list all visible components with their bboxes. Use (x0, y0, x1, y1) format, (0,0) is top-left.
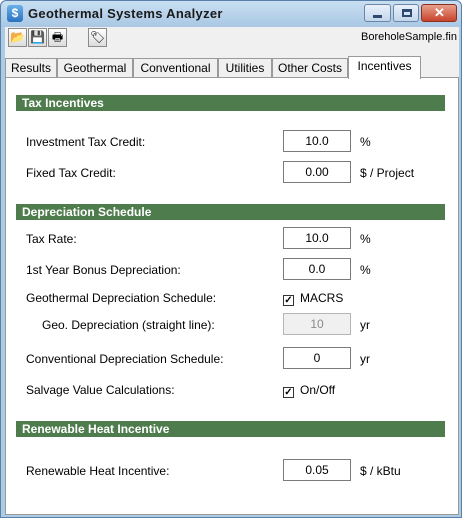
app-window: $ Geothermal Systems Analyzer ✕ 📂 💾 🖶 🏷 … (0, 0, 462, 518)
file-name: BoreholeSample.fin (360, 31, 457, 43)
title-bar[interactable]: $ Geothermal Systems Analyzer ✕ (1, 1, 461, 27)
tab-utilities[interactable]: Utilities (218, 58, 272, 78)
client-area: 📂 💾 🖶 🏷 BoreholeSample.fin Results Geoth… (5, 27, 459, 515)
tax-rate-label: Tax Rate: (26, 232, 77, 246)
close-icon: ✕ (434, 5, 445, 20)
save-disk-icon[interactable]: 💾 (28, 28, 47, 47)
tab-strip: Results Geothermal Conventional Utilitie… (5, 56, 459, 79)
tab-other-costs[interactable]: Other Costs (272, 58, 348, 78)
renewable-heat-header: Renewable Heat Incentive (16, 421, 445, 437)
geo-straight-line-label: Geo. Depreciation (straight line): (42, 318, 215, 332)
tax-rate-unit: % (360, 232, 371, 246)
tax-rate-input[interactable]: 10.0 (283, 227, 351, 249)
tab-results[interactable]: Results (5, 58, 57, 78)
investment-tax-credit-input[interactable]: 10.0 (283, 130, 351, 152)
open-folder-icon[interactable]: 📂 (8, 28, 27, 47)
macrs-checkbox-label: MACRS (300, 291, 344, 305)
bonus-depreciation-input[interactable]: 0.0 (283, 258, 351, 280)
fixed-tax-credit-unit: $ / Project (360, 166, 415, 180)
conventional-depreciation-unit: yr (360, 352, 370, 366)
tag-icon[interactable]: 🏷 (88, 28, 107, 47)
app-logo-icon: $ (7, 5, 23, 22)
salvage-checkbox-label: On/Off (300, 383, 336, 397)
print-icon[interactable]: 🖶 (48, 28, 67, 47)
conventional-depreciation-input[interactable]: 0 (283, 347, 351, 369)
toolbar: 📂 💾 🖶 🏷 BoreholeSample.fin (5, 27, 459, 49)
checkmark-icon: ✓ (283, 295, 294, 306)
salvage-checkbox[interactable]: ✓ On/Off (283, 383, 335, 398)
depreciation-header: Depreciation Schedule (16, 204, 445, 220)
macrs-checkbox[interactable]: ✓ MACRS (283, 291, 343, 306)
close-button[interactable]: ✕ (421, 4, 457, 22)
maximize-icon (402, 9, 412, 17)
checkmark-icon: ✓ (283, 387, 294, 398)
minimize-button[interactable] (364, 4, 391, 22)
investment-tax-credit-label: Investment Tax Credit: (26, 135, 146, 149)
maximize-button[interactable] (393, 4, 419, 22)
tab-conventional[interactable]: Conventional (133, 58, 218, 78)
geo-straight-line-unit: yr (360, 318, 370, 332)
salvage-value-label: Salvage Value Calculations: (26, 383, 175, 397)
bonus-depreciation-unit: % (360, 263, 371, 277)
renewable-heat-incentive-unit: $ / kBtu (360, 464, 401, 478)
investment-tax-credit-unit: % (360, 135, 371, 149)
geo-depreciation-schedule-label: Geothermal Depreciation Schedule: (26, 291, 217, 305)
conventional-depreciation-label: Conventional Depreciation Schedule: (26, 352, 224, 366)
tab-incentives[interactable]: Incentives (348, 56, 421, 79)
renewable-heat-incentive-label: Renewable Heat Incentive: (26, 464, 170, 478)
minimize-icon (373, 15, 382, 18)
fixed-tax-credit-input[interactable]: 0.00 (283, 161, 351, 183)
tab-geothermal[interactable]: Geothermal (57, 58, 133, 78)
renewable-heat-incentive-input[interactable]: 0.05 (283, 459, 351, 481)
window-title: Geothermal Systems Analyzer (28, 6, 223, 21)
incentives-panel: Tax Incentives Investment Tax Credit: 10… (5, 77, 459, 515)
bonus-depreciation-label: 1st Year Bonus Depreciation: (26, 263, 181, 277)
fixed-tax-credit-label: Fixed Tax Credit: (26, 166, 116, 180)
geo-straight-line-input: 10 (283, 313, 351, 335)
tax-incentives-header: Tax Incentives (16, 95, 445, 111)
